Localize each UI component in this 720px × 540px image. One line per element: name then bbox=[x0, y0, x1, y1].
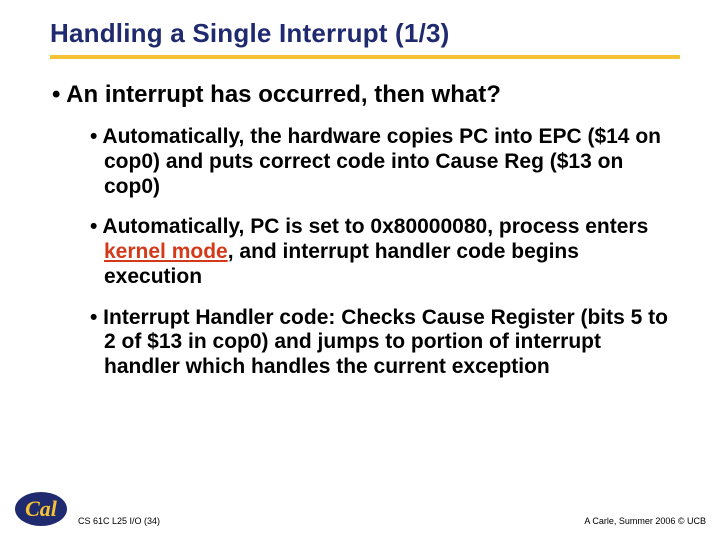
footer-left-text: CS 61C L25 I/O (34) bbox=[78, 516, 160, 528]
svg-text:Cal: Cal bbox=[25, 496, 58, 521]
footer-left: Cal CS 61C L25 I/O (34) bbox=[14, 490, 160, 528]
sub-bullet-1: • Automatically, the hardware copies PC … bbox=[90, 125, 680, 199]
sub2-highlight: kernel mode bbox=[104, 240, 228, 263]
sub2-text-a: • Automatically, PC is set to 0x80000080… bbox=[90, 215, 648, 238]
sub-bullet-2: • Automatically, PC is set to 0x80000080… bbox=[90, 215, 680, 289]
footer-right-text: A Carle, Summer 2006 © UCB bbox=[584, 516, 706, 528]
slide-title: Handling a Single Interrupt (1/3) bbox=[50, 18, 680, 59]
slide: Handling a Single Interrupt (1/3) • An i… bbox=[0, 0, 720, 540]
main-bullet: • An interrupt has occurred, then what? bbox=[52, 81, 680, 109]
sub-bullet-3: • Interrupt Handler code: Checks Cause R… bbox=[90, 306, 680, 380]
sub-bullet-list: • Automatically, the hardware copies PC … bbox=[90, 125, 680, 380]
cal-logo-icon: Cal bbox=[14, 490, 68, 528]
footer: Cal CS 61C L25 I/O (34) A Carle, Summer … bbox=[0, 490, 720, 528]
